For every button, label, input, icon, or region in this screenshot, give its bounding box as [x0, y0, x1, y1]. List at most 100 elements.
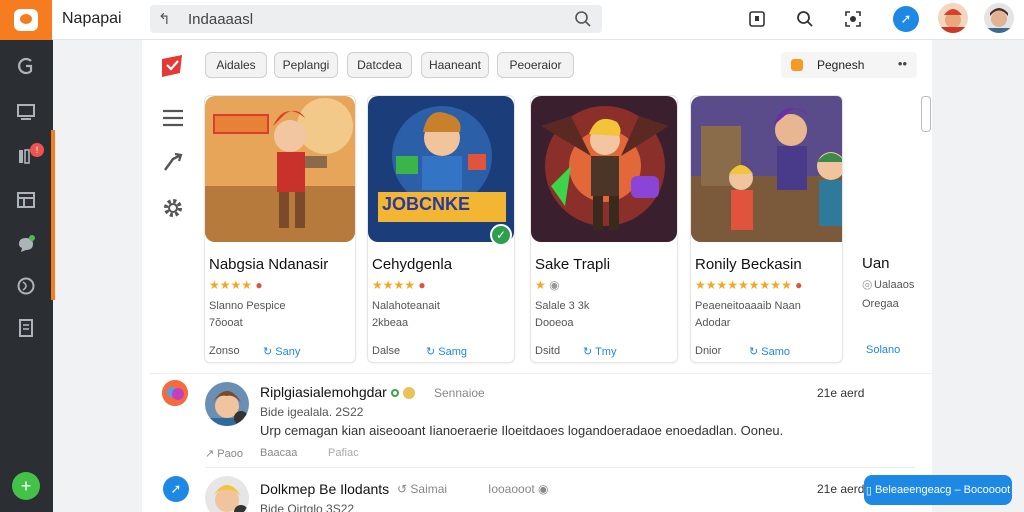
feed-title: Riplgiasialemohgdar: [260, 384, 415, 400]
feed-action[interactable]: Pafiac: [328, 447, 359, 459]
game-card[interactable]: JOBCNKE ✓ Cehydgenla ★★★★ ● Nalahoteanai…: [367, 95, 515, 363]
sidebar-active-indicator: [51, 130, 55, 300]
game-card[interactable]: Ronily Beckasin ★★★★★★★★★ ● Peaeneitoaaa…: [690, 95, 843, 363]
globe-icon[interactable]: [14, 274, 38, 298]
card-action-link[interactable]: ↻ Samg: [426, 345, 467, 358]
card-action-link[interactable]: ↻ Tmy: [583, 345, 616, 358]
logo-face-icon: [14, 9, 38, 31]
filter-chip[interactable]: Haaneant: [421, 52, 489, 78]
divider: [150, 373, 932, 374]
top-bar: Napapai ↰ ➚: [0, 0, 1024, 40]
sort-label: Pegnesh: [817, 58, 865, 72]
feed-date: 21e aerd: [817, 386, 865, 400]
search-icon[interactable]: [574, 10, 592, 33]
game-thumbnail: [205, 96, 355, 242]
avatar[interactable]: [205, 476, 249, 512]
game-thumbnail: [531, 96, 677, 242]
game-thumbnail: [368, 96, 514, 242]
card-meta: Oregaa: [862, 298, 899, 310]
add-button[interactable]: +: [12, 472, 40, 500]
tablet-icon[interactable]: [746, 8, 768, 30]
card-footer-label: Zonso: [209, 345, 240, 357]
feed-date: 21e aerd: [817, 482, 865, 496]
flag-icon[interactable]: [160, 55, 184, 77]
sort-dropdown[interactable]: Pegnesh ••: [781, 52, 917, 78]
scan-icon[interactable]: [842, 8, 864, 30]
chat-icon[interactable]: [14, 232, 38, 256]
search-input[interactable]: [188, 9, 558, 29]
thumbnail-text: JOBCNKE: [382, 194, 471, 214]
card-action-link[interactable]: ↻ Samo: [749, 345, 790, 358]
feed-status: Iooaooot ◉: [488, 482, 549, 496]
app-title: Napapai: [62, 10, 122, 27]
game-card[interactable]: Nabgsia Ndanasir ★★★★ ● Slanno Pespice 7…: [204, 95, 356, 363]
card-meta: Salale 3 3k: [535, 300, 590, 312]
user-avatar-1[interactable]: [938, 3, 968, 33]
feed-subtitle: Bide Oirtglo 3S22: [260, 502, 355, 512]
card-meta: Adodar: [695, 317, 731, 329]
card-meta: Ualaaos: [874, 279, 915, 291]
feed-title: Dolkmep Be Ilodants: [260, 481, 390, 497]
card-footer-label: Dsitd: [535, 345, 561, 357]
card-meta: Nalahoteanait: [372, 300, 440, 312]
card-rating: ★★★★ ●: [372, 278, 426, 292]
monitor-icon[interactable]: [14, 100, 38, 124]
verified-check-icon: ✓: [490, 224, 512, 246]
emoji-icon: [402, 387, 415, 400]
card-meta: 2kbeaa: [372, 317, 409, 329]
g-logo-icon[interactable]: [14, 54, 38, 78]
app-logo[interactable]: [0, 0, 52, 40]
game-card[interactable]: Uan ◎ Ualaaos Oregaa Solano: [854, 95, 932, 363]
layout-icon[interactable]: [14, 188, 38, 212]
search-bar[interactable]: ↰: [150, 5, 602, 33]
document-icon[interactable]: [14, 316, 38, 340]
card-rating: ★ ◉: [535, 278, 560, 292]
feed-action[interactable]: Baacaa: [260, 447, 297, 459]
card-meta: Peaeneitoaaaib Naan: [695, 300, 801, 312]
sort-icon: [791, 59, 803, 71]
filter-chip[interactable]: Datcdea: [347, 52, 412, 78]
right-gutter: [932, 40, 1024, 512]
card-title: Sake Trapli: [535, 256, 611, 273]
card-meta: Dooeoa: [535, 317, 574, 329]
game-thumbnail: [691, 96, 842, 242]
online-indicator: [390, 389, 399, 398]
game-card[interactable]: Sake Trapli ★ ◉ Salale 3 3k Dooeoa Dsitd…: [530, 95, 678, 363]
card-rating: ★★★★★★★★★ ●: [695, 278, 803, 292]
back-arrow-icon[interactable]: ↰: [158, 10, 171, 28]
card-title: Ronily Beckasin: [695, 256, 802, 273]
card-rating: ★★★★ ●: [209, 278, 263, 292]
more-icon[interactable]: ••: [898, 56, 907, 71]
filter-chip[interactable]: Peplangi: [274, 52, 338, 78]
reply-icon[interactable]: ➚: [163, 476, 189, 502]
feed-status: Sennaioe: [434, 386, 485, 400]
card-action-link[interactable]: ↻ Sany: [263, 345, 300, 358]
filter-chip[interactable]: Aidales: [205, 52, 267, 78]
arrow-icon[interactable]: [160, 149, 186, 175]
card-rating: ◎: [862, 277, 873, 291]
gear-icon[interactable]: [160, 195, 186, 221]
avatar[interactable]: [205, 382, 249, 426]
feed-subtitle: Bide igealala. 2S22: [260, 405, 364, 419]
share-icon[interactable]: ➚: [893, 6, 919, 32]
filter-chip[interactable]: Peoeraior: [497, 52, 574, 78]
card-title: Cehydgenla: [372, 256, 453, 273]
divider: [205, 467, 915, 468]
card-title: Nabgsia Ndanasir: [209, 256, 329, 273]
menu-icon[interactable]: [160, 105, 186, 131]
feed-app-icon: [162, 380, 188, 406]
user-avatar-2[interactable]: [984, 3, 1014, 33]
feed-action[interactable]: ↗ Paoo: [205, 447, 243, 460]
feed-status: ↺ Saimai: [397, 482, 448, 496]
card-title: Uan: [862, 255, 890, 272]
card-action-link[interactable]: Solano: [866, 344, 900, 356]
card-footer-label: Dalse: [372, 345, 401, 357]
card-meta: Slanno Pespice: [209, 300, 286, 312]
card-footer-label: Dnior: [695, 345, 722, 357]
left-sidebar: ! +: [0, 40, 55, 512]
card-meta: 7ŏooat: [209, 317, 243, 329]
notification-badge: !: [30, 143, 44, 157]
search-icon[interactable]: [794, 8, 816, 30]
notification-toast[interactable]: ▯ Beleaeengeacg – Bocoooot: [864, 475, 1012, 505]
feed-body: Urp cemagan kian aiseooant Iianoeraerie …: [260, 423, 784, 438]
